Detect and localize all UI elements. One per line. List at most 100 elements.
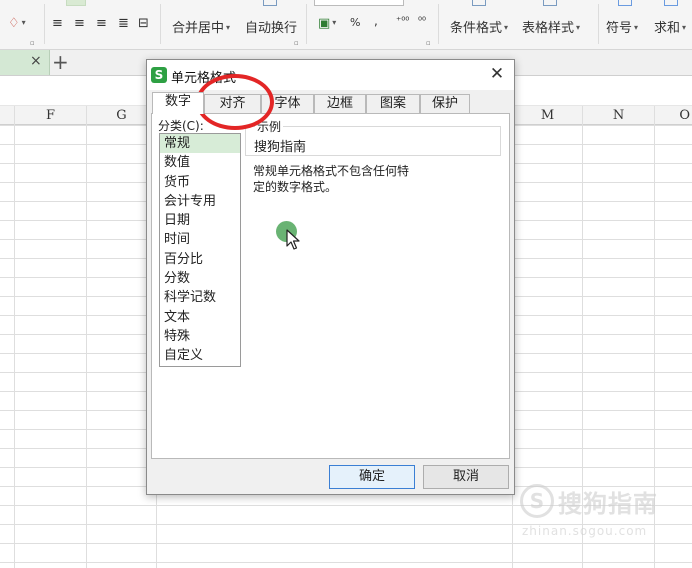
decrease-decimal-button[interactable]: ⁰⁰ [418, 16, 426, 27]
column-letter: O [679, 108, 690, 123]
conditional-format-button[interactable]: 条件格式 ▾ [450, 17, 508, 36]
ribbon-separator [44, 4, 45, 44]
ribbon-separator [598, 4, 599, 44]
font-dialog-launcher-icon[interactable]: ▫ [30, 39, 35, 47]
list-item[interactable]: 货币 [160, 173, 240, 192]
alignment-dialog-launcher-icon[interactable]: ▫ [294, 39, 299, 47]
table-style-label: 表格样式 [522, 21, 575, 36]
list-item[interactable]: 会计专用 [160, 192, 240, 211]
watermark: S 搜狗指南 zhinan.sogou.com [518, 484, 688, 544]
watermark-logo: S [520, 484, 554, 518]
fill-color-button[interactable]: ♢ ▾ [8, 16, 26, 31]
ribbon-separator [438, 4, 439, 44]
sum-label: 求和 [654, 21, 681, 36]
list-item[interactable]: 分数 [160, 269, 240, 288]
tab-label: 字体 [274, 96, 301, 111]
align-center-button[interactable]: ≡ [74, 16, 85, 31]
table-style-button[interactable]: 表格样式 ▾ [522, 17, 580, 36]
list-item[interactable]: 日期 [160, 211, 240, 230]
tab-border[interactable]: 边框 [314, 94, 366, 114]
watermark-text: 搜狗指南 [558, 490, 658, 518]
tab-label: 图案 [379, 96, 406, 111]
number-format-box[interactable] [314, 0, 404, 6]
list-item[interactable]: 常规 [160, 134, 240, 154]
align-center-icon: ≡ [74, 16, 85, 31]
close-icon[interactable]: × [30, 53, 42, 69]
ok-button[interactable]: 确定 [329, 465, 415, 489]
symbol-icon [618, 0, 632, 6]
merge-center-button[interactable]: 合并居中 ▾ [172, 17, 230, 36]
sample-box: 搜狗指南 [245, 126, 501, 156]
distributed-button[interactable]: ⊟ [138, 16, 149, 31]
document-tab[interactable]: × [0, 50, 50, 75]
auto-wrap-label: 自动换行 [245, 21, 298, 36]
number-dialog-launcher-icon[interactable]: ▫ [426, 39, 431, 47]
tab-label: 边框 [326, 96, 353, 111]
paint-icon: ♢ [8, 16, 20, 31]
column-header-o[interactable]: O [655, 106, 692, 125]
list-item[interactable]: 科学记数 [160, 288, 240, 307]
list-item[interactable]: 文本 [160, 308, 240, 327]
tab-label: 保护 [431, 96, 458, 111]
align-right-button[interactable]: ≡ [96, 16, 107, 31]
wrap-icon [263, 0, 277, 6]
merge-center-label: 合并居中 [172, 21, 225, 36]
annotation-circle [196, 74, 274, 130]
chevron-down-icon: ▾ [226, 23, 231, 32]
list-item[interactable]: 百分比 [160, 250, 240, 269]
number-tab-panel: 分类(C): 常规 数值 货币 会计专用 日期 时间 百分比 分数 科学记数 文… [151, 113, 510, 459]
chevron-down-icon: ▾ [682, 23, 687, 32]
sum-button[interactable]: 求和 ▾ [654, 17, 686, 36]
list-item[interactable]: 自定义 [160, 346, 240, 365]
currency-icon: ▣ [318, 16, 331, 31]
sample-value: 搜狗指南 [254, 140, 307, 155]
decrease-decimal-label: ⁰⁰ [418, 16, 427, 27]
category-label: 分类(C): [158, 119, 204, 133]
currency-format-button[interactable]: ▣ ▾ [318, 16, 336, 31]
cancel-button[interactable]: 取消 [423, 465, 509, 489]
font-size-box[interactable] [66, 0, 86, 6]
ribbon-separator [160, 4, 161, 44]
sum-icon [664, 0, 678, 6]
chevron-down-icon: ▾ [332, 18, 337, 27]
justify-button[interactable]: ≣ [118, 16, 129, 31]
comma-label: , [374, 14, 378, 28]
increase-decimal-label: ⁺⁰⁰ [396, 16, 410, 27]
format-cells-dialog: S 单元格格式 ✕ 数字 对齐 字体 边框 图案 保护 分类(C): 常规 数值… [146, 59, 515, 495]
column-header-n[interactable]: N [583, 106, 654, 125]
chevron-down-icon: ▾ [634, 23, 639, 32]
percent-label: % [350, 16, 361, 29]
list-item[interactable]: 数值 [160, 153, 240, 172]
mouse-cursor-icon [286, 229, 300, 250]
list-item[interactable]: 时间 [160, 230, 240, 249]
tab-number[interactable]: 数字 [152, 92, 204, 114]
column-header-f[interactable]: F [15, 106, 86, 125]
comma-style-button[interactable]: , [374, 14, 378, 28]
percent-button[interactable]: % [350, 16, 360, 29]
symbol-button[interactable]: 符号 ▾ [606, 17, 638, 36]
conditional-format-label: 条件格式 [450, 21, 503, 36]
tab-label: 数字 [164, 94, 191, 109]
chevron-down-icon: ▾ [21, 18, 26, 27]
list-item[interactable]: 特殊 [160, 327, 240, 346]
symbol-label: 符号 [606, 21, 633, 36]
auto-wrap-button[interactable]: 自动换行 [245, 17, 297, 36]
close-icon[interactable]: ✕ [488, 64, 506, 84]
align-left-button[interactable]: ≡ [52, 16, 63, 31]
ribbon-toolbar: ♢ ▾ ▫ ≡ ≡ ≡ ≣ ⊟ 合并居中 ▾ 自动换行 ▫ ▣ ▾ % , ⁺⁰⁰ ⁰… [0, 0, 692, 50]
column-gridline [14, 106, 15, 568]
column-header-m[interactable]: M [513, 106, 582, 125]
chevron-down-icon: ▾ [504, 23, 509, 32]
category-list[interactable]: 常规 数值 货币 会计专用 日期 时间 百分比 分数 科学记数 文本 特殊 自定… [159, 133, 241, 367]
tab-pattern[interactable]: 图案 [366, 94, 420, 114]
justify-icon: ≣ [118, 16, 129, 31]
column-letter: G [116, 108, 127, 123]
align-right-icon: ≡ [96, 16, 107, 31]
column-letter: N [612, 108, 625, 123]
increase-decimal-button[interactable]: ⁺⁰⁰ [396, 16, 409, 27]
chevron-down-icon: ▾ [576, 23, 581, 32]
add-tab-icon[interactable]: + [52, 50, 69, 74]
wps-app-icon: S [151, 67, 167, 83]
format-description: 常规单元格格式不包含任何特定的数字格式。 [253, 164, 410, 194]
tab-protection[interactable]: 保护 [420, 94, 470, 114]
